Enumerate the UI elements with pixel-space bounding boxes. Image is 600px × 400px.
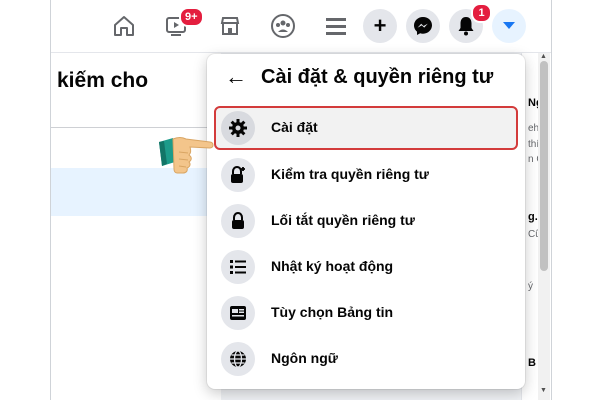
menu-item-activity-log[interactable]: Nhật ký hoạt động xyxy=(215,245,517,289)
account-button[interactable] xyxy=(492,9,526,43)
back-arrow-icon[interactable]: ← xyxy=(225,64,247,90)
messenger-button[interactable] xyxy=(406,9,440,43)
lock-icon xyxy=(221,204,255,238)
scrollbar[interactable]: ▲ ▼ xyxy=(538,53,550,400)
create-button[interactable]: + xyxy=(363,9,397,43)
groups-icon[interactable] xyxy=(266,9,300,43)
top-navigation-bar: 9+ + 1 xyxy=(51,0,551,53)
messenger-icon xyxy=(414,17,432,35)
menu-item-label: Nhật ký hoạt động xyxy=(271,258,394,274)
globe-icon xyxy=(221,342,255,376)
dropdown-header: ← Cài đặt & quyền riêng tư xyxy=(207,62,525,102)
scroll-down-icon[interactable]: ▼ xyxy=(540,387,547,394)
menu-item-privacy-shortcuts[interactable]: Lối tắt quyền riêng tư xyxy=(215,199,517,243)
scroll-thumb[interactable] xyxy=(540,61,548,271)
news-feed-icon xyxy=(221,296,255,330)
scroll-up-icon[interactable]: ▲ xyxy=(540,53,547,60)
list-icon xyxy=(221,250,255,284)
left-content-panel: kiếm cho xyxy=(51,53,221,400)
menu-item-label: Ngôn ngữ xyxy=(271,350,338,366)
menu-item-label: Tùy chọn Bảng tin xyxy=(271,304,394,320)
home-icon[interactable] xyxy=(107,9,141,43)
dropdown-title: Cài đặt & quyền riêng tư xyxy=(261,66,494,88)
right-snippet: ý xyxy=(528,281,533,292)
settings-privacy-dropdown: ← Cài đặt & quyền riêng tư Cài đặt Kiểm … xyxy=(207,54,525,389)
menu-icon[interactable] xyxy=(319,9,353,43)
lock-plus-icon xyxy=(221,158,255,192)
pointing-hand-icon xyxy=(159,137,214,174)
menu-item-language[interactable]: Ngôn ngữ xyxy=(215,337,517,381)
caret-down-icon xyxy=(503,22,515,29)
menu-item-label: Kiểm tra quyền riêng tư xyxy=(271,166,429,182)
plus-icon: + xyxy=(373,13,387,38)
notifications-badge: 1 xyxy=(471,3,492,23)
right-snippet: B xyxy=(528,357,536,369)
menu-item-label: Lối tắt quyền riêng tư xyxy=(271,212,415,228)
gear-icon xyxy=(221,111,255,145)
menu-item-settings[interactable]: Cài đặt xyxy=(214,106,518,150)
menu-item-news-feed-preferences[interactable]: Tùy chọn Bảng tin xyxy=(215,291,517,335)
watch-badge: 9+ xyxy=(179,7,204,27)
menu-item-label: Cài đặt xyxy=(271,119,318,135)
menu-item-privacy-checkup[interactable]: Kiểm tra quyền riêng tư xyxy=(215,153,517,197)
marketplace-icon[interactable] xyxy=(213,9,247,43)
left-panel-title: kiếm cho xyxy=(57,69,149,92)
